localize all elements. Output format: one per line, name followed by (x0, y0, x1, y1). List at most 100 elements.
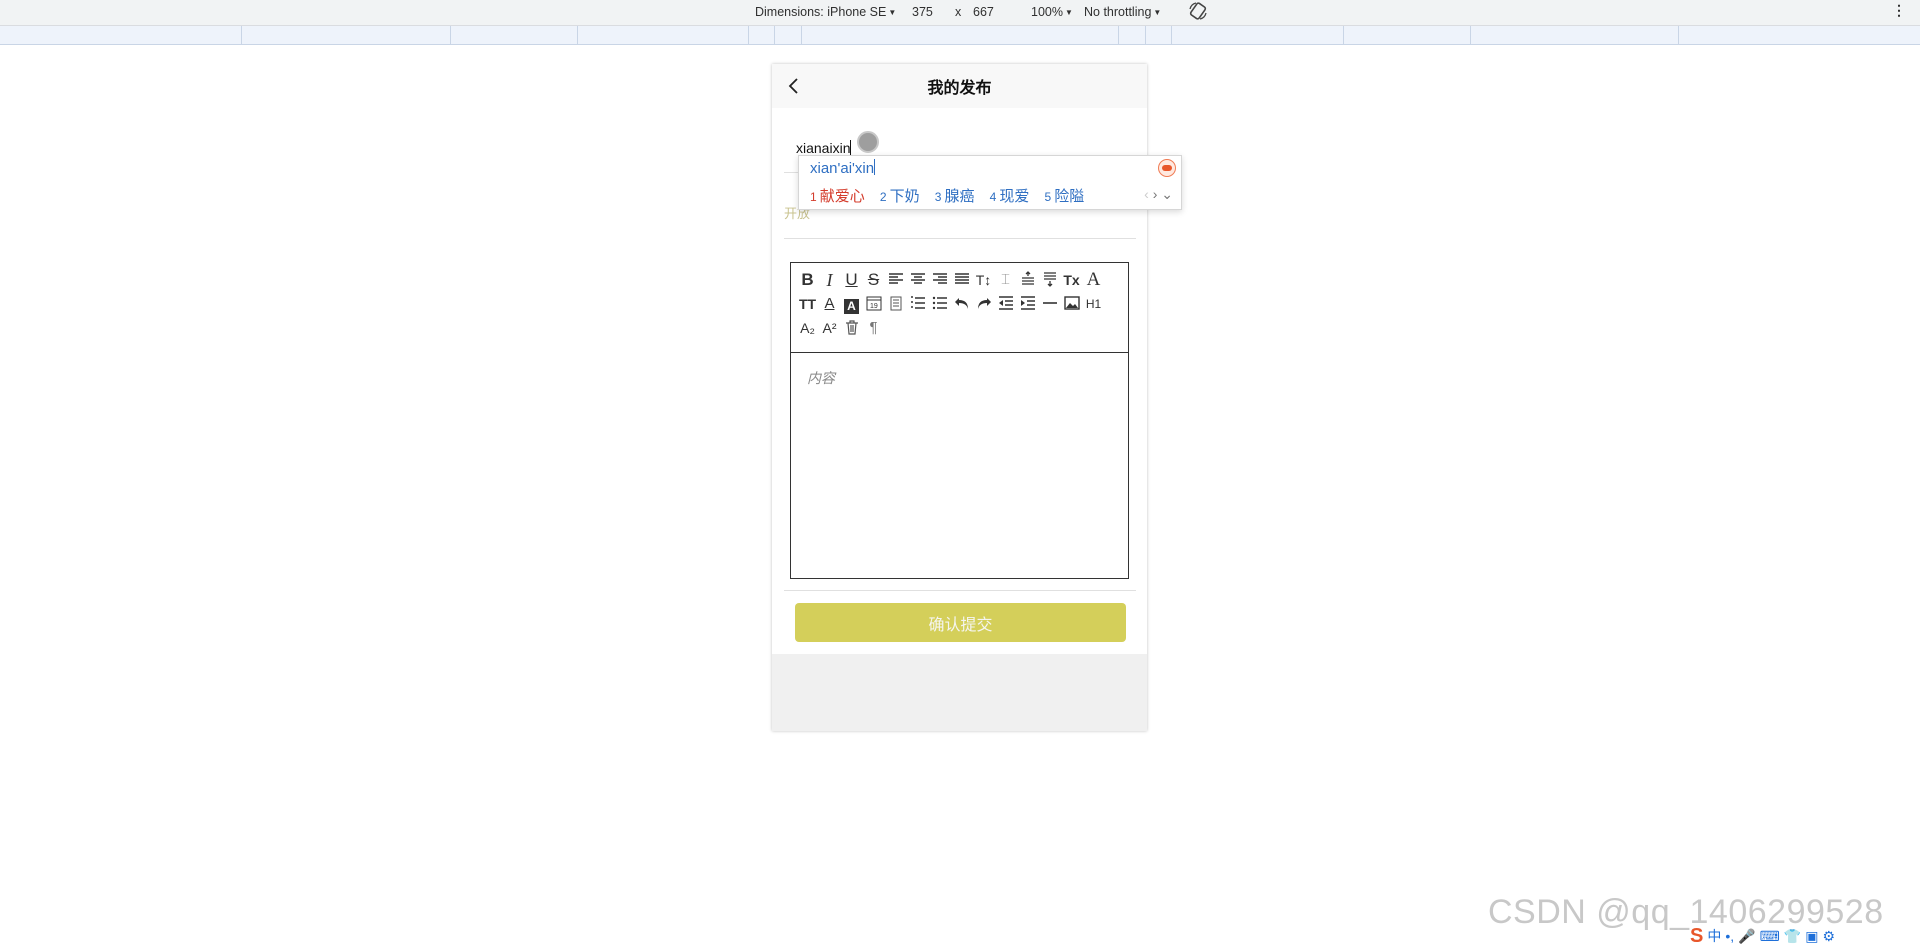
align-left-button[interactable] (885, 268, 906, 292)
ime-prev-page-icon[interactable]: ‹ (1144, 186, 1149, 202)
clipboard-icon (890, 296, 901, 311)
rich-text-editor: B I U S T↕ ⌶ Tx A TT A A 19 H1 A₂ A² ¶ 内容 (790, 262, 1129, 579)
outdent-button[interactable] (995, 292, 1016, 316)
image-icon (1063, 296, 1080, 310)
heading-button[interactable]: H1 (1083, 292, 1104, 316)
spacing-bottom-icon (1043, 272, 1056, 287)
keyboard-icon[interactable]: ⌨ (1760, 928, 1780, 945)
ruler-tick[interactable] (1470, 26, 1471, 44)
ruler-tick[interactable] (450, 26, 451, 44)
ruler-tick[interactable] (241, 26, 242, 44)
page-title: 我的发布 (927, 80, 992, 97)
ime-expand-icon[interactable]: ⌄ (1161, 186, 1173, 202)
microphone-icon[interactable]: 🎤 (1738, 928, 1755, 945)
ime-candidate[interactable]: 4 现爱 (990, 185, 1030, 206)
ime-candidate[interactable]: 2 下奶 (880, 185, 920, 206)
calendar-icon: 19 (866, 296, 881, 311)
ime-page-controls: ‹ › ⌄ (1144, 186, 1173, 203)
punctuation-icon[interactable]: •, (1725, 928, 1734, 944)
paragraph-mark-button[interactable]: ¶ (863, 316, 884, 340)
insert-image-button[interactable] (1061, 292, 1082, 316)
ime-candidate-number: 2 (879, 190, 887, 204)
more-options-icon[interactable]: ⋮ (1892, 2, 1906, 19)
subscript-button[interactable]: A₂ (797, 316, 818, 340)
ime-candidate-text: 下奶 (889, 188, 920, 205)
ime-candidate-text: 献爱心 (819, 188, 865, 205)
ime-candidate[interactable]: 5 险隘 (1045, 185, 1085, 206)
ime-next-page-icon[interactable]: › (1153, 186, 1158, 202)
font-color-button[interactable]: A (819, 292, 840, 316)
ime-candidate[interactable]: 3 腺癌 (935, 185, 975, 206)
underline-button[interactable]: U (841, 268, 862, 292)
bold-button[interactable]: B (797, 268, 818, 292)
editor-toolbar: B I U S T↕ ⌶ Tx A TT A A 19 H1 A₂ A² ¶ (791, 263, 1128, 353)
ime-candidate-number: 1 (810, 190, 817, 204)
align-center-button[interactable] (907, 268, 928, 292)
paragraph-spacing-top-button[interactable] (1017, 268, 1038, 292)
justify-button[interactable] (951, 268, 972, 292)
ime-pinyin-text: xian'ai'xin (810, 160, 875, 177)
skin-icon[interactable]: 👕 (1784, 928, 1801, 945)
rotate-icon[interactable] (1188, 1, 1208, 21)
zoom-dropdown[interactable]: 100% (1031, 5, 1073, 19)
italic-button[interactable]: I (819, 268, 840, 292)
media-query-ruler (0, 26, 1920, 45)
date-button[interactable]: 19 (863, 292, 884, 316)
toolbox-icon[interactable]: ▣ (1805, 928, 1818, 945)
ruler-tick[interactable] (1118, 26, 1119, 44)
title-input-value: xianaixin (796, 140, 851, 156)
redo-button[interactable] (973, 292, 994, 316)
divider (784, 238, 1136, 239)
ruler-tick[interactable] (748, 26, 749, 44)
zoom-label: 100% (1031, 5, 1063, 19)
strikethrough-button[interactable]: S (863, 268, 884, 292)
undo-button[interactable] (951, 292, 972, 316)
content-placeholder[interactable]: 内容 (807, 368, 835, 388)
line-height-button[interactable]: T↕ (973, 268, 994, 292)
ime-candidate-list: 1 献爱心 2 下奶 3 腺癌 4 现爱 5 险隘 (810, 185, 1095, 206)
clear-format-button[interactable]: Tx (1061, 268, 1082, 292)
ruler-tick[interactable] (774, 26, 775, 44)
ime-candidate-number: 5 (1044, 190, 1052, 204)
horizontal-rule-button[interactable] (1039, 292, 1060, 316)
indent-icon (1020, 296, 1035, 310)
font-button[interactable]: A (1083, 268, 1104, 292)
submit-button[interactable]: 确认提交 (795, 603, 1126, 642)
indent-button[interactable] (1017, 292, 1038, 316)
ruler-tick[interactable] (1145, 26, 1146, 44)
ime-mode-indicator[interactable]: 中 (1707, 926, 1721, 946)
ruler-tick[interactable] (801, 26, 802, 44)
ruler-tick[interactable] (577, 26, 578, 44)
outdent-icon (998, 296, 1013, 310)
ordered-list-icon (910, 296, 925, 309)
paragraph-spacing-bottom-button[interactable] (1039, 268, 1060, 292)
background-color-button[interactable]: A (841, 292, 862, 316)
sogou-s-icon[interactable]: S (1690, 925, 1703, 948)
unordered-list-button[interactable] (929, 292, 950, 316)
background-color-icon: A (844, 299, 859, 314)
undo-icon (954, 298, 968, 309)
spacing-top-icon (1021, 271, 1034, 285)
ime-status-tray: S 中 •, 🎤 ⌨ 👕 ▣ ⚙ (1690, 925, 1835, 947)
ruler-tick[interactable] (1171, 26, 1172, 44)
text-caret (850, 140, 852, 155)
align-right-button[interactable] (929, 268, 950, 292)
ruler-tick[interactable] (1343, 26, 1344, 44)
font-size-button[interactable]: TT (797, 292, 818, 316)
throttling-label: No throttling (1084, 5, 1152, 19)
ruler-tick[interactable] (1678, 26, 1679, 44)
height-input[interactable]: 667 (973, 5, 994, 19)
letter-spacing-button[interactable]: ⌶ (995, 268, 1016, 292)
ordered-list-button[interactable] (907, 292, 928, 316)
sogou-logo-icon[interactable] (1158, 159, 1176, 177)
delete-button[interactable] (841, 316, 862, 340)
times-separator: x (955, 5, 962, 19)
settings-icon[interactable]: ⚙ (1822, 928, 1835, 945)
device-dimensions-dropdown[interactable]: Dimensions: iPhone SE (755, 5, 896, 19)
throttling-dropdown[interactable]: No throttling (1084, 5, 1161, 19)
superscript-button[interactable]: A² (819, 316, 840, 340)
paste-button[interactable] (885, 292, 906, 316)
width-input[interactable]: 375 (912, 5, 933, 19)
ime-candidate[interactable]: 1 献爱心 (810, 185, 865, 206)
back-arrow-icon[interactable] (784, 76, 804, 96)
